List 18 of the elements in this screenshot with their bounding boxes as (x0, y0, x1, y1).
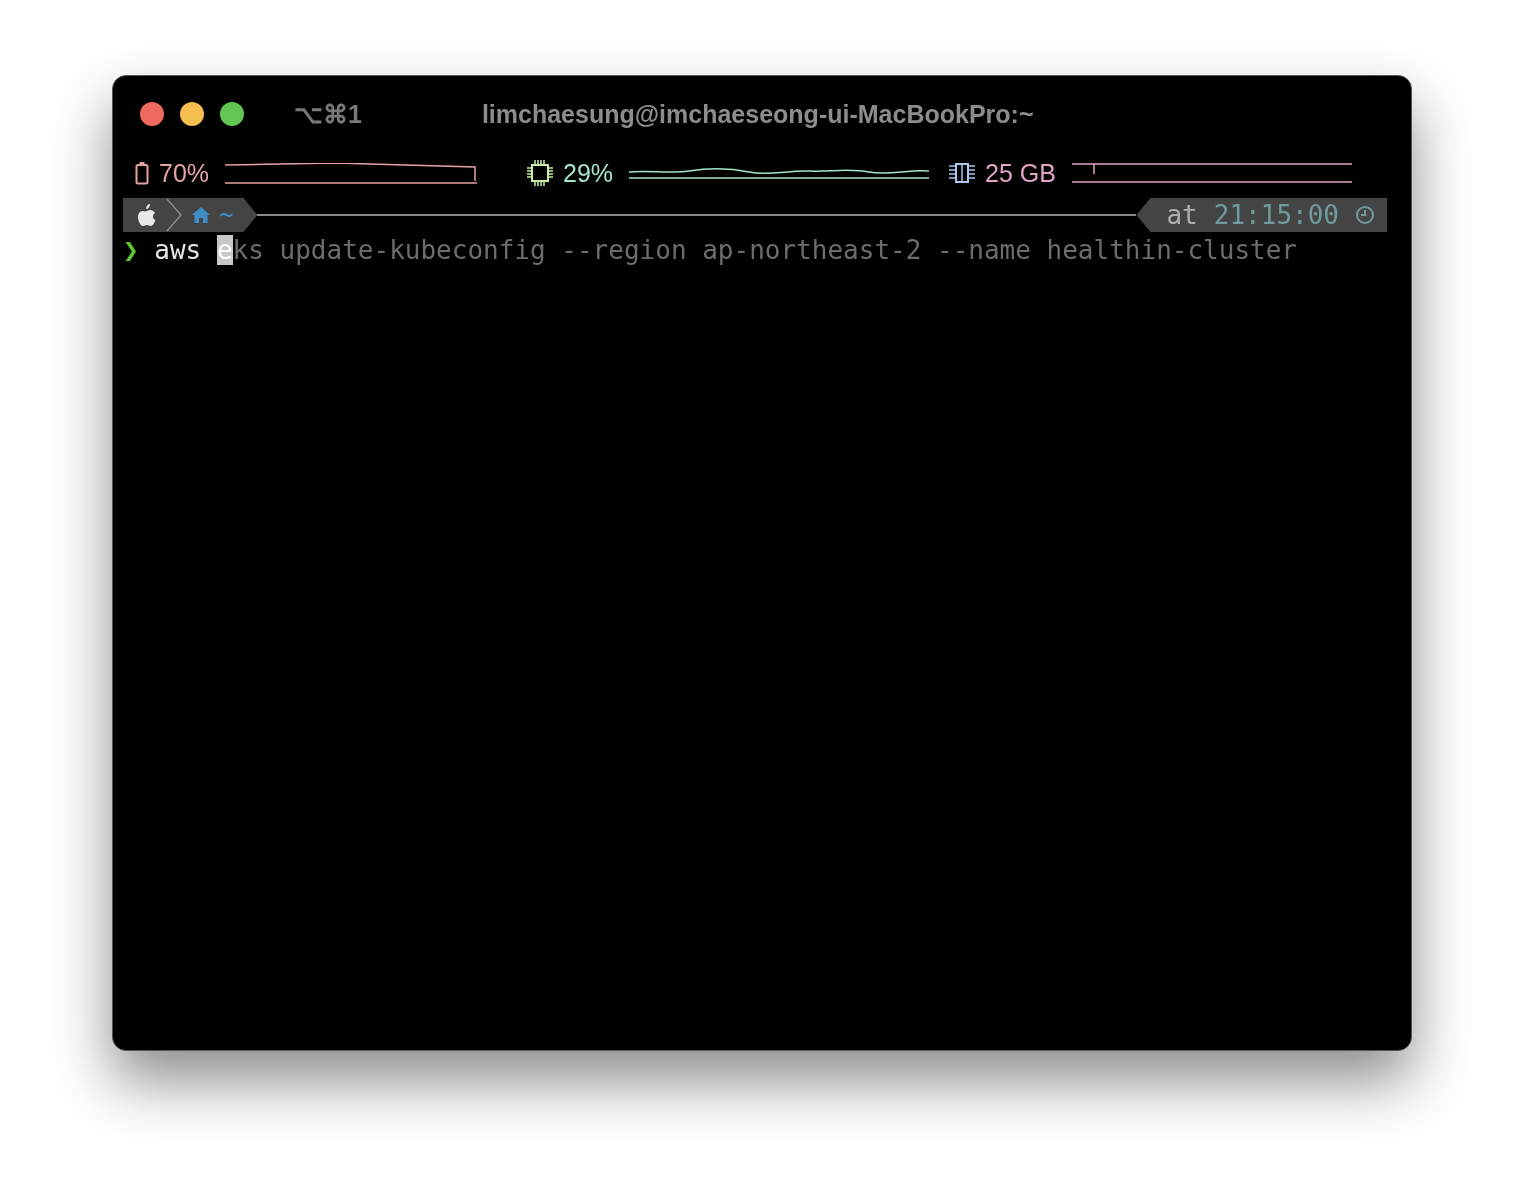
chip-icon (527, 160, 554, 186)
battery-icon (135, 161, 149, 185)
home-icon (191, 206, 211, 224)
minimize-button[interactable] (180, 102, 204, 126)
zoom-button[interactable] (220, 102, 244, 126)
cpu-reading: 29% (563, 158, 614, 188)
current-directory: ~ (219, 201, 234, 229)
memory-reading: 25 GB (985, 158, 1056, 188)
window-title: limchaesung@imchaeseong-ui-MacBookPro:~ (481, 99, 1034, 129)
battery-reading: 70% (159, 158, 210, 188)
chevron-icon (165, 198, 183, 232)
close-button[interactable] (140, 102, 164, 126)
memory-icon (949, 163, 976, 183)
at-label: at (1166, 200, 1198, 230)
clock-time: 21:15:00 (1213, 200, 1339, 230)
apple-icon (137, 203, 157, 227)
clock-icon (1355, 205, 1375, 225)
tab-shortcut: ⌥⌘1 (294, 99, 362, 129)
